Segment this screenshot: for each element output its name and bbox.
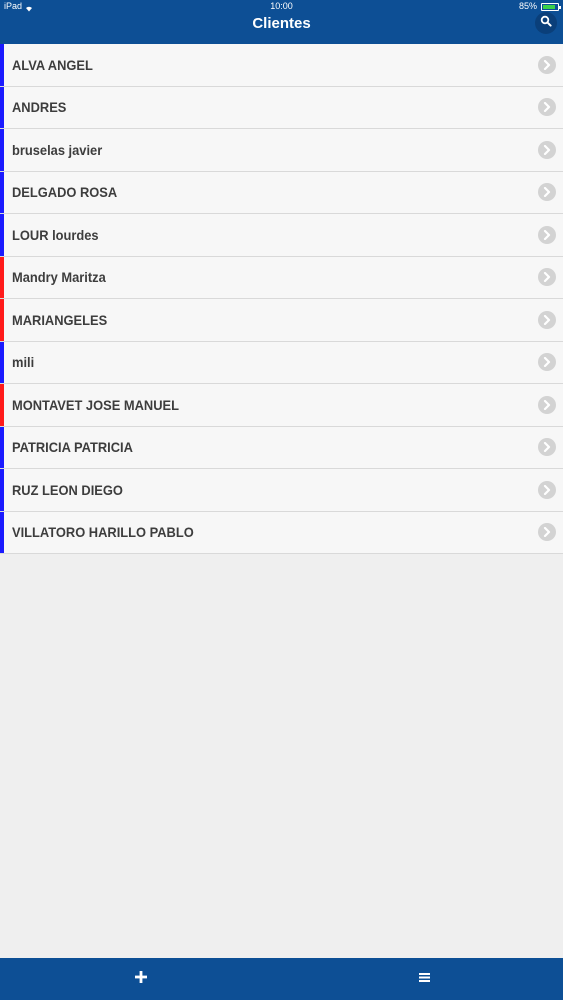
client-row[interactable]: LOUR lourdes (0, 214, 563, 257)
client-row[interactable]: Mandry Maritza (0, 256, 563, 299)
chevron-right-icon[interactable] (538, 353, 556, 372)
app-screen: iPad 10:00 85% Clientes ALVA ANGEL ANDRE… (0, 0, 563, 1000)
add-client-button[interactable] (121, 958, 161, 1000)
menu-button[interactable] (404, 958, 444, 1000)
client-row[interactable]: MARIANGELES (0, 299, 563, 342)
client-color-marker (0, 299, 4, 341)
status-right: 85% (518, 0, 561, 12)
client-name: ALVA ANGEL (12, 56, 93, 73)
client-color-marker (0, 256, 4, 298)
client-row[interactable]: bruselas javier (0, 129, 563, 172)
client-row[interactable]: RUZ LEON DIEGO (0, 469, 563, 512)
client-name: MARIANGELES (12, 311, 108, 328)
status-bar: iPad 10:00 85% (0, 0, 563, 12)
chevron-right-icon[interactable] (538, 268, 556, 287)
client-color-marker (0, 384, 4, 426)
client-row[interactable]: VILLATORO HARILLO PABLO (0, 511, 563, 554)
client-name: mili (12, 354, 35, 371)
client-color-marker (0, 86, 4, 128)
client-name: RUZ LEON DIEGO (12, 481, 123, 498)
chevron-right-icon[interactable] (538, 98, 556, 117)
client-color-marker (0, 129, 4, 171)
client-name: bruselas javier (12, 141, 103, 158)
chevron-right-icon[interactable] (538, 183, 556, 202)
client-name: PATRICIA PATRICIA (12, 439, 133, 456)
client-row[interactable]: ANDRES (0, 86, 563, 129)
client-name: VILLATORO HARILLO PABLO (12, 524, 194, 541)
client-color-marker (0, 511, 4, 553)
search-button[interactable] (535, 12, 557, 34)
page-title: Clientes (252, 15, 311, 32)
bottom-toolbar (0, 958, 563, 1000)
chevron-right-icon[interactable] (538, 523, 556, 542)
plus-icon (135, 970, 147, 988)
client-color-marker (0, 214, 4, 256)
client-name: ANDRES (12, 99, 67, 116)
client-color-marker (0, 44, 4, 86)
client-row[interactable]: MONTAVET JOSE MANUEL (0, 384, 563, 427)
client-name: DELGADO ROSA (12, 184, 118, 201)
client-row[interactable]: mili (0, 341, 563, 384)
search-icon (540, 14, 552, 32)
status-time: 10:00 (270, 1, 293, 11)
chevron-right-icon[interactable] (538, 140, 556, 159)
client-color-marker (0, 426, 4, 468)
chevron-right-icon[interactable] (538, 55, 556, 74)
client-row[interactable]: PATRICIA PATRICIA (0, 426, 563, 469)
nav-bar: Clientes (0, 12, 563, 44)
client-name: LOUR lourdes (12, 226, 99, 243)
client-row[interactable]: ALVA ANGEL (0, 44, 563, 87)
menu-icon (418, 970, 430, 988)
chevron-right-icon[interactable] (538, 438, 556, 457)
client-name: MONTAVET JOSE MANUEL (12, 396, 179, 413)
battery-fill (543, 4, 555, 9)
client-row[interactable]: DELGADO ROSA (0, 171, 563, 214)
client-color-marker (0, 341, 4, 383)
client-list: ALVA ANGEL ANDRES bruselas javier DELGADO R… (0, 44, 563, 554)
chevron-right-icon[interactable] (538, 395, 556, 414)
chevron-right-icon[interactable] (538, 480, 556, 499)
battery-percent: 85% (518, 1, 537, 11)
chevron-right-icon[interactable] (538, 310, 556, 329)
client-color-marker (0, 171, 4, 213)
battery-icon (541, 2, 561, 11)
chevron-right-icon[interactable] (538, 225, 556, 244)
client-color-marker (0, 469, 4, 511)
client-name: Mandry Maritza (12, 269, 106, 286)
